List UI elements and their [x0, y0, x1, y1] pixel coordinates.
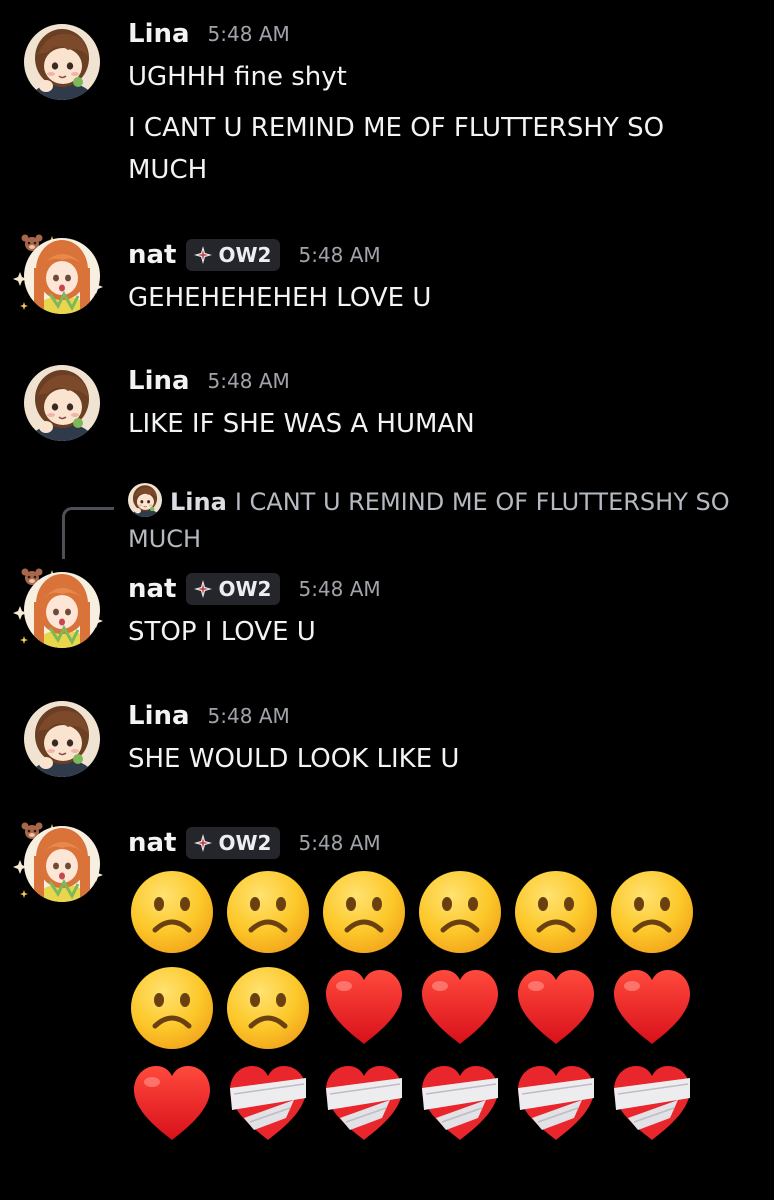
message-header: nat OW2 5:48 AM [128, 237, 381, 273]
red-heart-emoji-icon[interactable] [608, 962, 704, 1054]
server-tag-label: OW2 [218, 831, 272, 855]
message-text: STOP I LOVE U [128, 617, 316, 647]
avatar-lina[interactable] [24, 24, 100, 100]
frowning-face-emoji-icon[interactable] [320, 866, 416, 958]
red-heart-emoji-icon[interactable] [512, 962, 608, 1054]
emoji-row [128, 866, 704, 958]
avatar-nat[interactable] [24, 572, 100, 648]
message-text: GEHEHEHEHEH LOVE U [128, 283, 432, 313]
avatar-lina[interactable] [24, 365, 100, 441]
username[interactable]: Lina [128, 701, 190, 731]
server-tag[interactable]: OW2 [186, 239, 281, 271]
message-text: SHE WOULD LOOK LIKE U [128, 744, 460, 774]
reply-preview[interactable]: Lina I CANT U REMIND ME OF FLUTTERSHY SO … [128, 484, 758, 558]
frowning-face-emoji-icon[interactable] [224, 866, 320, 958]
sparkle-icon [193, 579, 213, 599]
timestamp: 5:48 AM [207, 704, 290, 728]
sparkle-icon [193, 833, 213, 853]
sparkle-icon [193, 245, 213, 265]
frowning-face-emoji-icon[interactable] [128, 866, 224, 958]
emoji-row [128, 962, 704, 1054]
reply-connector [62, 507, 114, 559]
mending-heart-emoji-icon[interactable] [320, 1058, 416, 1150]
mending-heart-emoji-icon[interactable] [416, 1058, 512, 1150]
mending-heart-emoji-icon[interactable] [224, 1058, 320, 1150]
timestamp: 5:48 AM [298, 577, 381, 601]
username[interactable]: Lina [128, 19, 190, 49]
message-text: I CANT U REMIND ME OF FLUTTERSHY SO MUCH [128, 113, 665, 185]
username[interactable]: nat [128, 574, 176, 604]
timestamp: 5:48 AM [207, 369, 290, 393]
emoji-row [128, 1058, 704, 1150]
frowning-face-emoji-icon[interactable] [512, 866, 608, 958]
red-heart-emoji-icon[interactable] [128, 1058, 224, 1150]
message-header: nat OW2 5:48 AM [128, 825, 381, 861]
message-header: Lina 5:48 AM [128, 363, 290, 399]
frowning-face-emoji-icon[interactable] [224, 962, 320, 1054]
message-header: nat OW2 5:48 AM [128, 571, 381, 607]
reply-author[interactable]: Lina [170, 488, 227, 516]
reply-avatar [128, 483, 162, 517]
server-tag[interactable]: OW2 [186, 827, 281, 859]
server-tag-label: OW2 [218, 243, 272, 267]
timestamp: 5:48 AM [298, 831, 381, 855]
timestamp: 5:48 AM [207, 22, 290, 46]
frowning-face-emoji-icon[interactable] [416, 866, 512, 958]
server-tag-label: OW2 [218, 577, 272, 601]
timestamp: 5:48 AM [298, 243, 381, 267]
mending-heart-emoji-icon[interactable] [608, 1058, 704, 1150]
avatar-nat[interactable] [24, 238, 100, 314]
message-text: UGHHH fine shyt [128, 62, 347, 92]
username[interactable]: nat [128, 240, 176, 270]
username[interactable]: Lina [128, 366, 190, 396]
frowning-face-emoji-icon[interactable] [608, 866, 704, 958]
frowning-face-emoji-icon[interactable] [128, 962, 224, 1054]
red-heart-emoji-icon[interactable] [320, 962, 416, 1054]
server-tag[interactable]: OW2 [186, 573, 281, 605]
username[interactable]: nat [128, 828, 176, 858]
message-text: LIKE IF SHE WAS A HUMAN [128, 409, 475, 439]
message-header: Lina 5:48 AM [128, 698, 290, 734]
red-heart-emoji-icon[interactable] [416, 962, 512, 1054]
message-header: Lina 5:48 AM [128, 16, 290, 52]
avatar-nat[interactable] [24, 826, 100, 902]
mending-heart-emoji-icon[interactable] [512, 1058, 608, 1150]
avatar-lina[interactable] [24, 701, 100, 777]
